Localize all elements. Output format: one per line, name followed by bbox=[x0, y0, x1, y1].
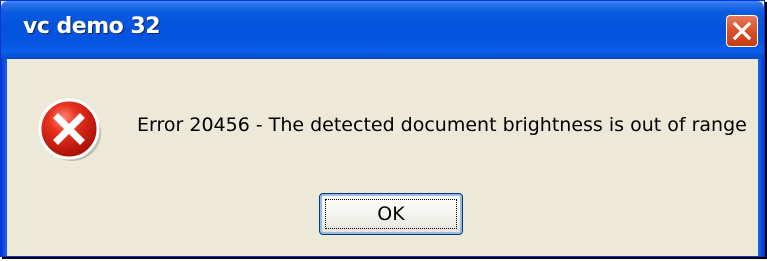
window-border-left bbox=[1, 59, 7, 256]
close-button[interactable] bbox=[726, 15, 758, 47]
window-border-right bbox=[758, 59, 764, 256]
error-message: Error 20456 - The detected document brig… bbox=[137, 114, 747, 136]
window-title: vc demo 32 bbox=[23, 14, 161, 39]
title-bar[interactable]: vc demo 32 bbox=[1, 1, 764, 59]
error-icon bbox=[38, 98, 101, 161]
dialog-window: vc demo 32 Error 20456 - The detected do… bbox=[0, 0, 765, 257]
ok-button[interactable]: OK bbox=[319, 193, 463, 235]
close-icon bbox=[732, 21, 752, 41]
ok-button-label: OK bbox=[377, 203, 405, 225]
